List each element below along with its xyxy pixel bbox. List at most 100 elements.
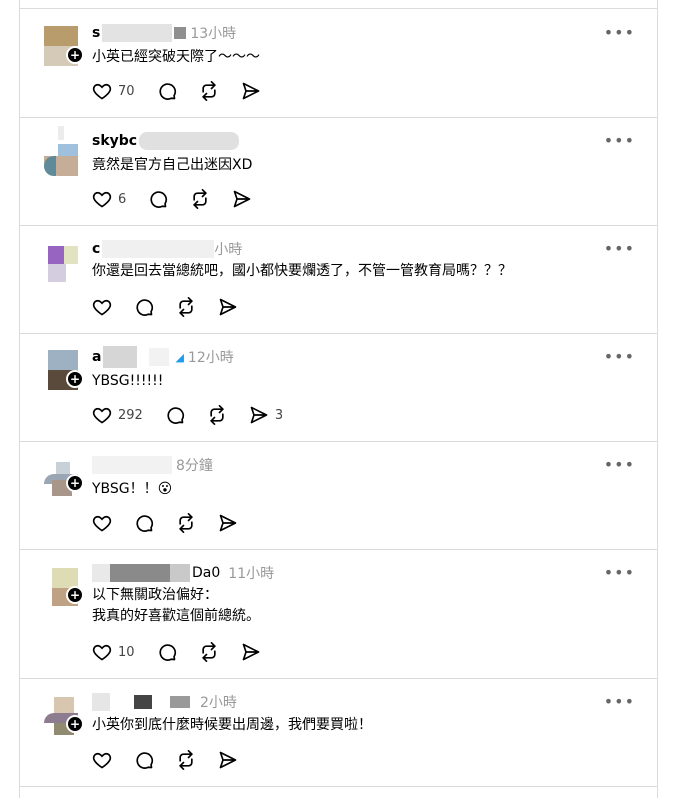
more-options-icon[interactable]: ••• [604,349,635,365]
comment-text: YBSG!!!!!! [92,373,164,389]
follow-plus-icon[interactable]: + [66,370,84,388]
comment-button[interactable] [157,81,177,101]
like-count: 10 [118,644,135,660]
like-button[interactable] [92,513,112,533]
redacted-name [103,346,138,368]
share-button[interactable] [218,297,238,317]
repost-icon [178,513,194,533]
more-options-icon[interactable]: ••• [604,565,635,581]
send-icon [219,514,237,532]
share-button[interactable]: 3 [249,405,283,425]
comment-icon [158,644,176,661]
comment-button[interactable] [134,297,154,317]
like-button[interactable] [92,750,112,770]
more-options-icon[interactable]: ••• [604,241,635,257]
comment-icon [136,752,154,769]
username[interactable]: skybc [92,133,137,149]
redacted-name [102,240,215,258]
comment-text: YBSG！！😮 [92,481,173,497]
more-options-icon[interactable]: ••• [604,25,635,41]
repost-button[interactable] [176,513,196,533]
share-button[interactable] [241,81,267,101]
heart-icon [92,644,112,661]
comment-post: + s 13小時 ••• 小英已經突破天際了～～～ 70 [20,9,657,118]
action-bar: 10 [92,642,283,662]
heart-icon [92,299,112,316]
timestamp: 12小時 [187,350,234,366]
comment-post: + a ◢ 12小時 ••• YBSG!!!!!! 292 3 [20,333,657,442]
send-icon [242,643,259,661]
share-button[interactable] [241,642,261,662]
redacted-name [110,564,170,582]
like-button[interactable]: 70 [92,81,135,101]
avatar[interactable] [44,126,78,176]
repost-button[interactable] [207,405,227,425]
comment-icon [150,191,168,208]
avatar[interactable] [44,242,78,283]
timestamp: 11小時 [228,566,275,582]
action-bar [92,513,260,533]
username[interactable]: s [92,25,100,41]
more-options-icon[interactable]: ••• [604,133,635,149]
like-button[interactable]: 10 [92,642,135,662]
send-icon [250,406,268,424]
username-tail[interactable]: Da0 [192,565,220,581]
follow-plus-icon[interactable]: + [66,586,84,604]
action-bar: 6 [92,189,274,209]
action-bar: 70 [92,81,289,101]
redacted-name [134,695,152,709]
timestamp: 小時 [214,242,243,258]
repost-icon [201,81,216,101]
username[interactable]: a [92,349,101,365]
redacted-badge [174,27,187,39]
comment-icon [158,83,176,100]
like-count: 6 [118,191,127,207]
share-button[interactable] [218,513,238,533]
repost-button[interactable] [199,81,219,101]
redacted-name [92,456,172,474]
comment-button[interactable] [134,750,154,770]
comment-text: 小英你到底什麼時候要出周邊，我們要買啦！ [92,717,372,733]
timestamp: 13小時 [190,26,237,42]
comment-text: 你還是回去當總統吧，國小都快要爛透了，不管一管教育局嗎？？？ [92,263,512,279]
more-options-icon[interactable]: ••• [604,694,635,710]
comment-text: 竟然是官方自己出迷因XD [92,157,253,173]
send-icon [233,190,251,208]
repost-button[interactable] [199,642,219,662]
comment-icon [167,407,184,424]
comment-post: + 8分鐘 ••• YBSG！！😮 [20,441,657,550]
redacted-name [102,24,173,42]
comment-text: 以下無關政治偏好： 我真的好喜歡這個前總統。 [92,587,260,624]
comment-button[interactable] [134,513,154,533]
timestamp: 8分鐘 [176,458,213,474]
like-button[interactable] [92,297,112,317]
comment-button[interactable] [148,189,168,209]
heart-icon [92,83,112,100]
repost-button[interactable] [176,297,196,317]
share-button[interactable] [218,750,238,770]
feed-frame: + s 13小時 ••• 小英已經突破天際了～～～ 70 skybc ••• 竟… [19,0,658,798]
redacted-name [92,564,110,582]
comment-button[interactable] [157,642,177,662]
like-button[interactable]: 292 [92,405,143,425]
follow-plus-icon[interactable]: + [66,46,84,64]
comment-post: + 2小時 ••• 小英你到底什麼時候要出周邊，我們要買啦！ [20,678,657,787]
comment-button[interactable] [165,405,185,425]
follow-plus-icon[interactable]: + [66,715,84,733]
send-icon [242,82,259,100]
like-count: 70 [118,83,135,99]
repost-button[interactable] [176,750,196,770]
like-button[interactable]: 6 [92,189,126,209]
heart-icon [92,515,112,532]
repost-button[interactable] [190,189,210,209]
send-icon [219,298,237,316]
share-button[interactable] [232,189,252,209]
comment-post: c 小時 ••• 你還是回去當總統吧，國小都快要爛透了，不管一管教育局嗎？？？ [20,225,657,334]
repost-icon [193,189,208,209]
heart-icon [92,191,112,208]
repost-icon [209,405,224,425]
username[interactable]: c [92,241,100,257]
more-options-icon[interactable]: ••• [604,457,635,473]
timestamp: 2小時 [200,695,237,711]
follow-plus-icon[interactable]: + [66,474,84,492]
